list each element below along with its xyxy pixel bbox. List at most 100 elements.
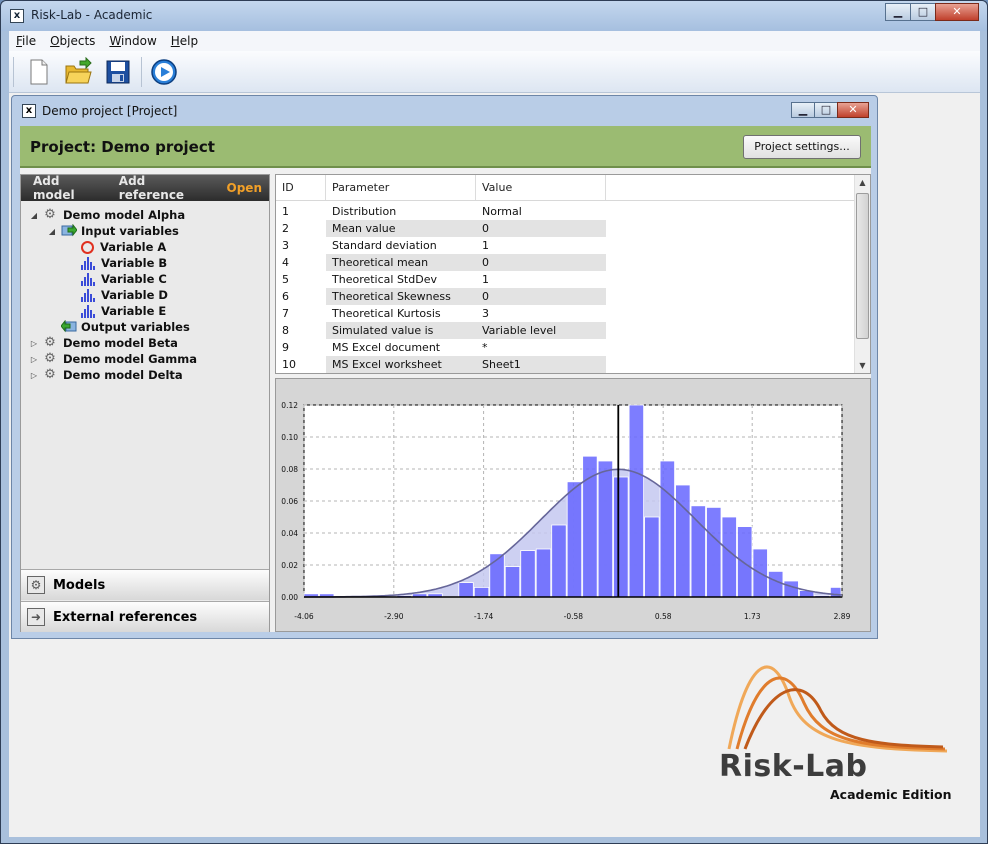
external-references-section-button[interactable]: ➜ External references [21,601,269,632]
model-browser-panel: Add model Add reference Open ◢ ⚙ Demo mo… [20,174,270,632]
open-button[interactable]: Open [215,181,269,195]
gear-icon: ⚙ [44,207,56,222]
table-row[interactable]: 8 Simulated value is Variable level [276,322,856,339]
project-settings-button[interactable]: Project settings... [743,135,861,159]
tree-node-variable-d[interactable]: Variable D [81,287,168,303]
cell-value: 0 [476,288,606,305]
gear-icon: ⚙ [27,576,45,594]
project-window: x Demo project [Project] ▁ □ ✕ Project: … [11,95,878,639]
cell-id: 9 [282,341,289,354]
project-body: Project: Demo project Project settings..… [20,126,871,632]
histogram-bar [628,404,645,598]
scroll-up-icon[interactable]: ▲ [855,175,870,190]
child-close-button[interactable]: ✕ [837,102,869,118]
parameter-table-scrollbar[interactable]: ▲ ▼ [854,175,870,373]
tree-node-model-beta[interactable]: ▷ ⚙ Demo model Beta [29,335,178,351]
add-reference-button[interactable]: Add reference [107,174,215,202]
cell-value: 0 [476,254,606,271]
expand-triangle-icon[interactable]: ▷ [29,339,39,348]
cell-parameter: MS Excel document [332,341,441,354]
histogram-bar [520,550,536,598]
child-minimize-button[interactable]: ▁ [791,102,815,118]
histogram-bar [644,516,660,598]
histogram-icon [81,256,95,270]
cell-parameter: MS Excel worksheet [326,356,476,373]
x-tick-label: 2.89 [834,612,851,621]
column-header-value[interactable]: Value [476,175,606,200]
scroll-thumb[interactable] [856,193,869,339]
histogram-bar [458,582,474,598]
histogram-chart-panel: -4.06 -2.90 -1.74 -0.58 0.58 1.73 2.89 0.00 0.02… [275,378,871,632]
cell-parameter: Theoretical mean [326,254,476,271]
selected-ring-icon [81,240,94,254]
scroll-down-icon[interactable]: ▼ [855,358,870,373]
cell-value: * [482,341,488,354]
window-title: Risk-Lab - Academic [31,8,153,22]
table-row[interactable]: 1 Distribution Normal [276,203,856,220]
add-model-button[interactable]: Add model [21,174,107,202]
run-play-icon[interactable] [149,57,179,87]
tree-node-variable-b[interactable]: Variable B [81,255,167,271]
tree-node-variable-a[interactable]: Variable A [81,239,166,255]
cell-parameter: Theoretical StdDev [332,273,437,286]
expand-triangle-icon[interactable]: ▷ [29,355,39,364]
table-row[interactable]: 10 MS Excel worksheet Sheet1 [276,356,856,373]
table-row[interactable]: 2 Mean value 0 [276,220,856,237]
project-header: Project: Demo project Project settings..… [20,126,871,168]
tree-node-variable-e[interactable]: Variable E [81,303,166,319]
histogram-bar [721,516,737,598]
open-folder-icon[interactable] [63,56,93,87]
histogram-bar [473,586,490,598]
histogram-bar [613,476,629,598]
table-row[interactable]: 5 Theoretical StdDev 1 [276,271,856,288]
menu-objects[interactable]: Objects [43,34,102,48]
new-document-icon[interactable] [23,57,53,87]
models-section-button[interactable]: ⚙ Models [21,569,269,600]
parameter-table-header: ID Parameter Value [276,175,856,201]
histogram-bar [706,506,722,598]
close-button[interactable]: ✕ [935,3,979,21]
histogram-bar [551,524,567,598]
y-tick-label: 0.02 [281,561,298,570]
tree-node-model-alpha[interactable]: ◢ ⚙ Demo model Alpha [29,207,185,223]
tree-node-variable-c[interactable]: Variable C [81,271,167,287]
output-variables-icon [60,319,77,334]
toolbar-separator [141,57,142,87]
column-header-id[interactable]: ID [276,175,326,200]
gear-icon: ⚙ [44,367,56,382]
histogram-icon [81,272,95,286]
histogram-bar [737,526,753,598]
collapse-triangle-icon[interactable]: ◢ [47,227,57,236]
logo-name: Risk-Lab [719,749,868,784]
y-tick-label: 0.08 [281,465,298,474]
menu-window[interactable]: Window [102,34,163,48]
cell-parameter: Distribution [332,205,397,218]
table-row[interactable]: 6 Theoretical Skewness 0 [276,288,856,305]
table-row[interactable]: 3 Standard deviation 1 [276,237,856,254]
save-disk-icon[interactable] [103,57,133,87]
tree-node-output-variables[interactable]: Output variables [60,319,190,335]
model-browser-toolbar: Add model Add reference Open [21,174,269,202]
table-row[interactable]: 9 MS Excel document * [276,339,856,356]
cell-value: 3 [482,307,489,320]
table-row[interactable]: 7 Theoretical Kurtosis 3 [276,305,856,322]
x-tick-label: -1.74 [474,612,494,621]
tree-node-model-delta[interactable]: ▷ ⚙ Demo model Delta [29,367,183,383]
table-row[interactable]: 4 Theoretical mean 0 [276,254,856,271]
column-header-parameter[interactable]: Parameter [326,175,476,200]
child-maximize-button[interactable]: □ [814,102,838,118]
collapse-triangle-icon[interactable]: ◢ [29,211,39,220]
input-variables-icon [61,223,78,238]
parameter-table: ID Parameter Value 1 Distribution Normal 2 M… [275,174,871,374]
menu-help[interactable]: Help [164,34,205,48]
expand-triangle-icon[interactable]: ▷ [29,371,39,380]
tree-node-input-variables[interactable]: ◢ Input variables [47,223,179,239]
x-tick-label: -4.06 [294,612,314,621]
cell-value: 1 [482,273,489,286]
tree-node-model-gamma[interactable]: ▷ ⚙ Demo model Gamma [29,351,197,367]
maximize-button[interactable]: □ [910,3,936,21]
menu-file[interactable]: File [9,34,43,48]
model-tree: ◢ ⚙ Demo model Alpha ◢ Input variables V… [21,203,269,563]
histogram-bar [690,505,706,598]
minimize-button[interactable]: ▁ [885,3,911,21]
